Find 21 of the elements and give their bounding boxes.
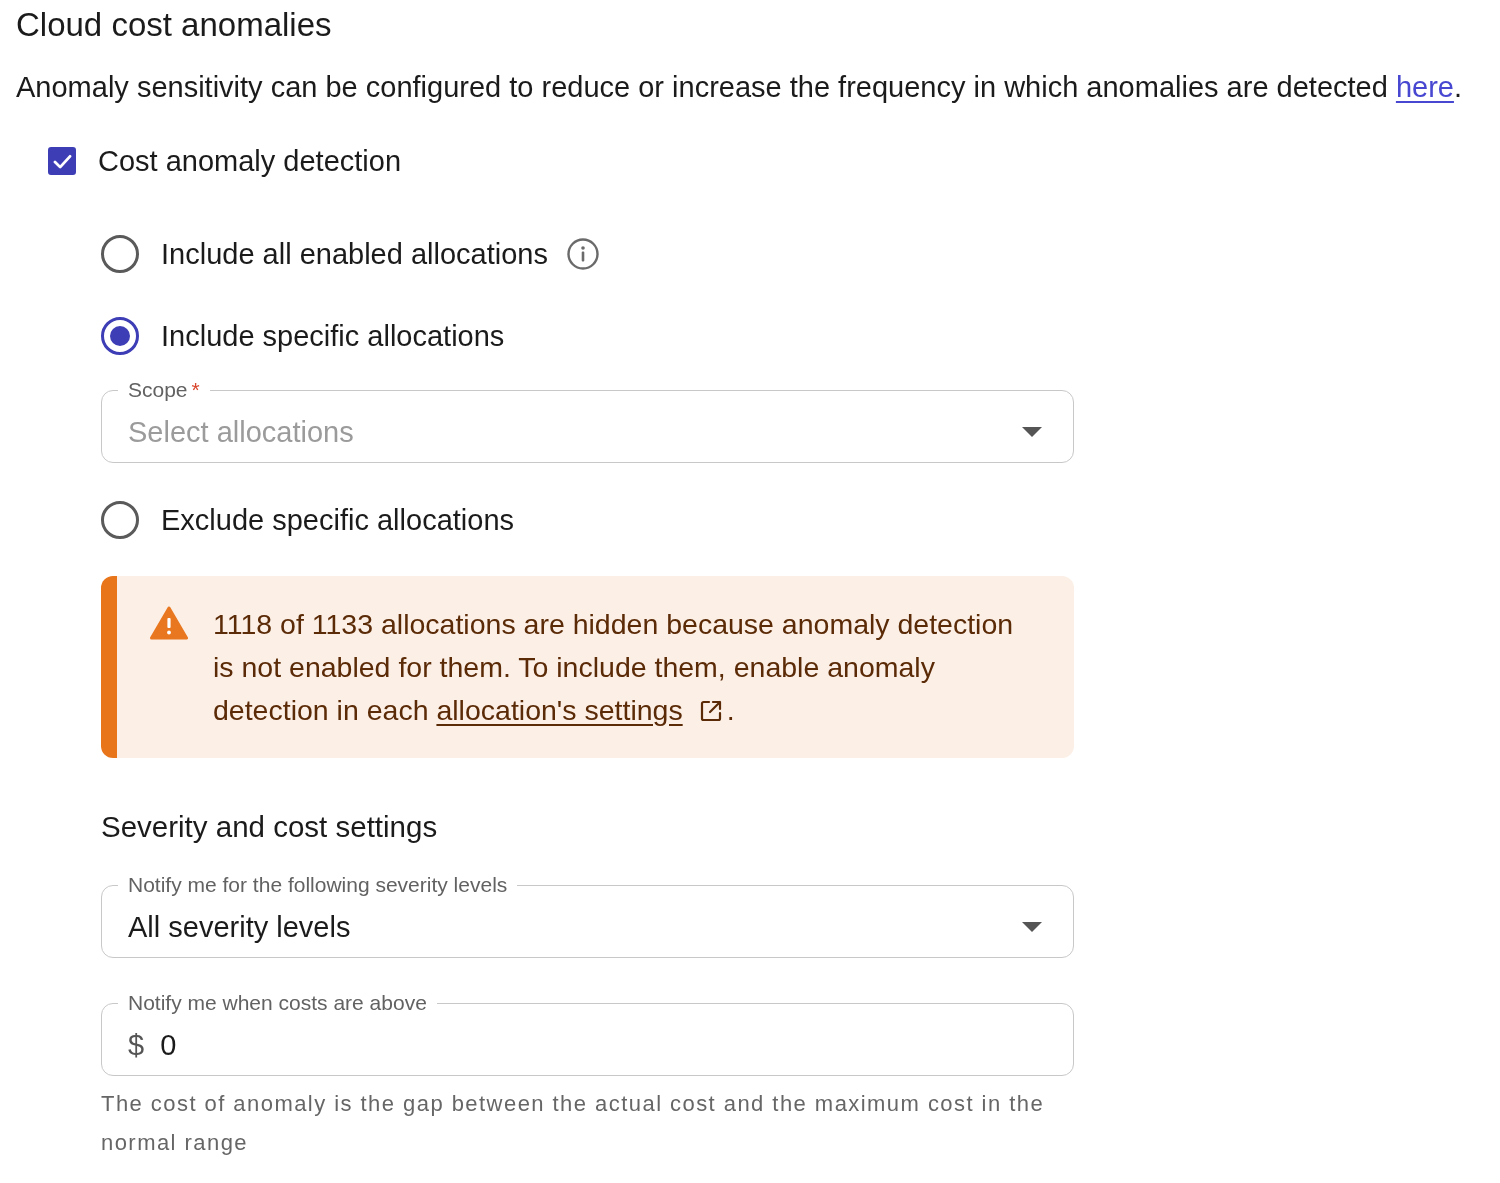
radio-label[interactable]: Exclude specific allocations [161,502,514,538]
radio-button[interactable] [101,317,139,355]
radio-button[interactable] [101,235,139,273]
checkbox[interactable] [48,147,76,175]
radio-label[interactable]: Include all enabled allocations [161,236,548,272]
here-link[interactable]: here [1395,71,1454,103]
warning-text: 1118 of 1133 allocations are hidden because anomaly detection is not enabled for them. To include them, enable anomaly detection in each allocation's settings . [213,607,1015,728]
helper-text: The cost of anomaly is the gap between the actual cost and the maximum cost in the normal range [101,1090,1046,1157]
warning-icon [150,606,188,640]
radio-label[interactable]: Include specific allocations [161,318,505,354]
description-text: Anomaly sensitivity can be configured to reduce or increase the frequency in which anomalies are detected here. [16,70,1462,105]
checkbox-label[interactable]: Cost anomaly detection [98,143,402,179]
radio-button[interactable] [101,501,139,539]
caret-icon [1022,922,1042,932]
info-icon[interactable] [566,238,599,270]
section-heading: Severity and cost settings [101,810,438,844]
settings-link[interactable]: allocation's settings [436,694,683,726]
caret-icon [1022,427,1042,437]
external-link-icon[interactable] [698,699,723,723]
page-title: Cloud cost anomalies [16,7,332,43]
check-icon [52,153,72,169]
